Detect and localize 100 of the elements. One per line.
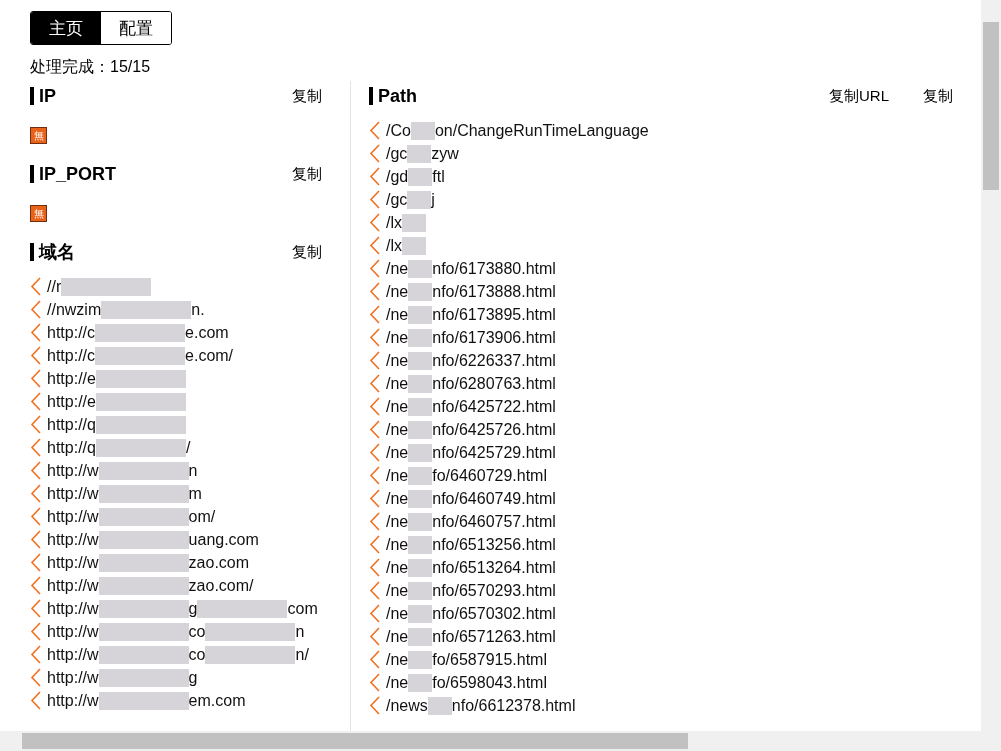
- chevron-left-icon: [30, 484, 41, 503]
- copy-button[interactable]: 复制URL: [829, 84, 889, 108]
- chevron-left-icon: [30, 392, 41, 411]
- redaction-mark: [408, 489, 433, 508]
- redaction-mark: [408, 328, 433, 347]
- list-text: g: [188, 598, 198, 619]
- list-text: /news: [386, 695, 428, 716]
- redaction-mark: [408, 305, 433, 324]
- copy-button[interactable]: 复制: [292, 162, 322, 186]
- chevron-left-icon: [369, 696, 380, 715]
- chevron-left-icon: [30, 415, 41, 434]
- list-text: fo/6460729.html: [432, 465, 547, 486]
- chevron-left-icon: [369, 466, 380, 485]
- list-text: http://w: [47, 460, 99, 481]
- copy-button[interactable]: 复制: [292, 84, 322, 108]
- chevron-left-icon: [30, 346, 41, 365]
- list-text: /gc: [386, 143, 408, 164]
- list-text: http://q: [47, 414, 96, 435]
- list-text: n/: [295, 644, 309, 665]
- list-text: http://q: [47, 437, 96, 458]
- list-text: /ne: [386, 649, 409, 670]
- list-text: /lx: [386, 212, 402, 233]
- horizontal-scrollbar[interactable]: [0, 731, 1001, 751]
- chevron-left-icon: [30, 576, 41, 595]
- list-text: nfo/6460749.html: [432, 488, 556, 509]
- list-text: co: [188, 644, 206, 665]
- section-marker: [30, 165, 34, 183]
- chevron-left-icon: [369, 512, 380, 531]
- redaction-mark: [408, 558, 433, 577]
- list-text: n: [295, 621, 305, 642]
- list-text: /ne: [386, 603, 409, 624]
- list-text: m: [188, 483, 202, 504]
- list-text: n: [188, 460, 198, 481]
- list-text: nfo/6570302.html: [432, 603, 556, 624]
- chevron-left-icon: [30, 369, 41, 388]
- list-text: //r: [47, 276, 62, 297]
- chevron-left-icon: [369, 420, 380, 439]
- list-text: /ne: [386, 488, 409, 509]
- list-text: nfo/6173906.html: [432, 327, 556, 348]
- list-text: n.: [191, 299, 205, 320]
- list-text: /ne: [386, 580, 409, 601]
- chevron-left-icon: [369, 213, 380, 232]
- redaction-mark: [408, 650, 433, 669]
- section-marker: [30, 243, 34, 261]
- list-text: /ne: [386, 511, 409, 532]
- chevron-left-icon: [369, 328, 380, 347]
- redaction-mark: [408, 167, 433, 186]
- list-text: /ne: [386, 419, 409, 440]
- list-text: nfo/6173895.html: [432, 304, 556, 325]
- tab[interactable]: 主页: [31, 12, 101, 44]
- list-text: /ne: [386, 557, 409, 578]
- list-text: http://w: [47, 621, 99, 642]
- chevron-left-icon: [30, 530, 41, 549]
- chevron-left-icon: [369, 604, 380, 623]
- list-text: /gd: [386, 166, 409, 187]
- list-text: http://w: [47, 598, 99, 619]
- list-text: //nwzim: [47, 299, 102, 320]
- list-text: nfo/6226337.html: [432, 350, 556, 371]
- chevron-left-icon: [30, 599, 41, 618]
- redaction-mark: [408, 259, 433, 278]
- list-text: nfo/6460757.html: [432, 511, 556, 532]
- chevron-left-icon: [369, 650, 380, 669]
- vertical-scrollbar[interactable]: [981, 0, 1001, 731]
- redaction-mark: [408, 581, 433, 600]
- section-title: IP: [39, 84, 56, 108]
- list-text: nfo/6513256.html: [432, 534, 556, 555]
- chevron-left-icon: [369, 282, 380, 301]
- chevron-left-icon: [30, 553, 41, 572]
- list-text: http://w: [47, 690, 99, 711]
- chevron-left-icon: [369, 397, 380, 416]
- section-title: 域名: [39, 240, 75, 264]
- redaction-mark: [408, 420, 433, 439]
- section-marker: [30, 87, 34, 105]
- redaction-mark: [408, 604, 433, 623]
- list-text: fo/6598043.html: [432, 672, 547, 693]
- chevron-left-icon: [369, 236, 380, 255]
- list-text: nfo/6570293.html: [432, 580, 556, 601]
- list-text: nfo/6280763.html: [432, 373, 556, 394]
- redaction-mark: [408, 351, 433, 370]
- list-text: zao.com: [188, 552, 250, 573]
- list-text: http://w: [47, 506, 99, 527]
- redaction-mark: [408, 466, 433, 485]
- list-text: nfo/6425722.html: [432, 396, 556, 417]
- list-text: http://w: [47, 575, 99, 596]
- copy-button[interactable]: 复制: [923, 84, 953, 108]
- redaction-mark: [410, 121, 435, 140]
- empty-icon: 無: [30, 204, 47, 222]
- list-text: http://w: [47, 644, 99, 665]
- list-text: nfo/6513264.html: [432, 557, 556, 578]
- list-text: /ne: [386, 626, 409, 647]
- list-text: nfo/6425729.html: [432, 442, 556, 463]
- list-text: nfo/6425726.html: [432, 419, 556, 440]
- list-text: nfo/6612378.html: [451, 695, 576, 716]
- list-text: /ne: [386, 465, 409, 486]
- redaction-mark: [408, 627, 433, 646]
- chevron-left-icon: [369, 144, 380, 163]
- list-text: http://w: [47, 483, 99, 504]
- list-text: nfo/6173880.html: [432, 258, 556, 279]
- redaction-mark: [408, 282, 433, 301]
- copy-button[interactable]: 复制: [292, 240, 322, 264]
